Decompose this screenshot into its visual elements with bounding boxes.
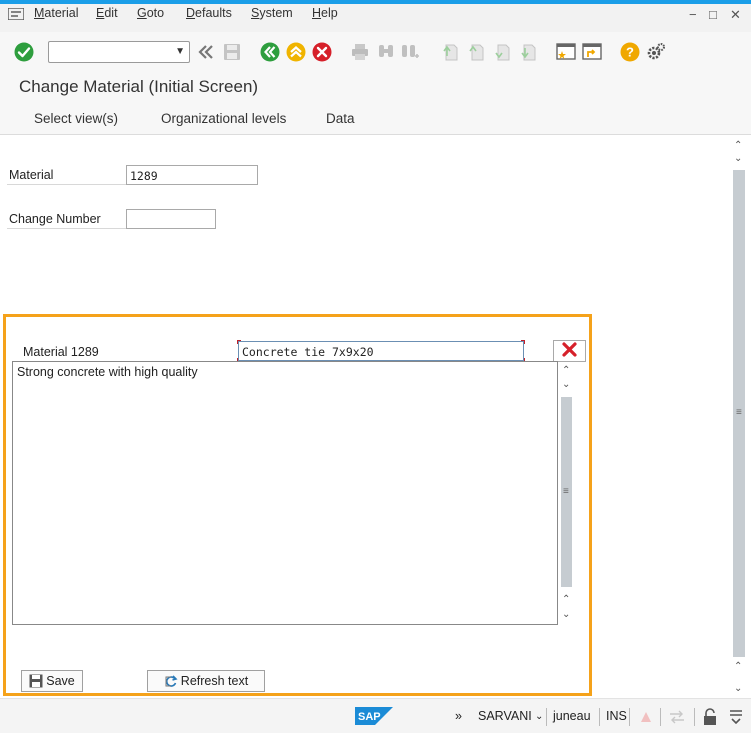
- enter-checkmark-icon[interactable]: [14, 42, 34, 62]
- save-icon: [29, 674, 43, 688]
- organizational-levels-button[interactable]: Organizational levels: [161, 111, 286, 126]
- exit-icon[interactable]: [286, 42, 306, 62]
- material-label-underline: [7, 184, 126, 185]
- menu-material[interactable]: Material: [34, 6, 78, 20]
- change-number-input[interactable]: [126, 209, 216, 229]
- change-number-label-underline: [7, 228, 126, 229]
- status-separator: [546, 708, 547, 726]
- menu-system-label: ystem: [259, 6, 293, 20]
- print-icon: [352, 44, 368, 60]
- refresh-label: Refresh text: [180, 674, 249, 688]
- refresh-text-button[interactable]: Refresh text: [147, 670, 265, 692]
- status-expand-chevrons[interactable]: »: [455, 709, 462, 723]
- cancel-icon[interactable]: [312, 42, 332, 62]
- status-separator: [660, 708, 661, 726]
- svg-text:SAP: SAP: [358, 711, 381, 723]
- sap-logo: SAP: [355, 707, 393, 725]
- previous-page-icon: [469, 44, 484, 61]
- save-icon: [224, 44, 240, 60]
- menu-goto[interactable]: Goto: [137, 6, 164, 20]
- save-label: Save: [46, 674, 75, 688]
- first-page-icon: [443, 44, 458, 61]
- generate-shortcut-icon[interactable]: [582, 42, 602, 62]
- create-session-icon[interactable]: [556, 42, 576, 62]
- selection-corner-tl: [237, 340, 241, 344]
- connection-arrows-icon: [670, 710, 684, 724]
- menu-goto-mnemonic: G: [137, 6, 147, 20]
- menu-defaults-mnemonic: D: [186, 6, 196, 20]
- menu-system[interactable]: System: [251, 6, 293, 20]
- menu-edit-label: dit: [104, 6, 118, 20]
- page-title: Change Material (Initial Screen): [19, 77, 259, 96]
- chevron-down-icon[interactable]: ▼: [175, 46, 185, 57]
- minimize-button[interactable]: −: [689, 8, 697, 22]
- description-input[interactable]: Concrete tie 7x9x20: [238, 341, 524, 361]
- text-scroll-down-bottom-icon[interactable]: ⌄: [562, 610, 570, 620]
- selection-corner-tr: [521, 340, 525, 344]
- close-window-button[interactable]: ✕: [730, 8, 741, 22]
- save-button[interactable]: Save: [21, 670, 83, 692]
- menu-defaults-label: efaults: [195, 6, 232, 20]
- refresh-icon: [165, 675, 178, 687]
- scroll-up-bottom-icon[interactable]: ⌃: [734, 662, 742, 672]
- popup-material-label: Material 1289: [23, 345, 99, 359]
- client-name: juneau: [553, 709, 591, 723]
- system-dropdown-chevron-icon[interactable]: ⌄: [535, 711, 543, 722]
- scroll-grip-icon: ≡: [736, 407, 742, 418]
- performance-icon: [641, 712, 651, 722]
- system-name[interactable]: SARVANI: [478, 709, 532, 723]
- material-input[interactable]: 1289: [126, 165, 258, 185]
- lock-icon[interactable]: [702, 708, 718, 726]
- text-scroll-down-icon[interactable]: ⌄: [562, 380, 570, 390]
- scroll-down-bottom-icon[interactable]: ⌄: [734, 684, 742, 694]
- menu-defaults[interactable]: Defaults: [186, 6, 232, 20]
- scroll-up-icon[interactable]: ⌃: [734, 141, 742, 151]
- long-text-content: Strong concrete with high quality: [17, 365, 198, 379]
- svg-text:?: ?: [626, 45, 634, 60]
- text-scroll-up-bottom-icon[interactable]: ⌃: [562, 595, 570, 605]
- double-chevron-left-icon[interactable]: [196, 42, 216, 62]
- next-page-icon: [495, 44, 510, 61]
- menu-help-mnemonic: H: [312, 6, 322, 20]
- material-label: Material: [9, 168, 54, 182]
- text-scroll-up-icon[interactable]: ⌃: [562, 366, 570, 376]
- settings-gear-icon[interactable]: [646, 42, 666, 62]
- long-text-area[interactable]: [12, 361, 558, 625]
- change-number-label: Change Number: [9, 212, 101, 226]
- menu-goto-label: oto: [146, 6, 165, 20]
- last-page-icon: [521, 44, 536, 61]
- menu-icon[interactable]: [8, 8, 24, 20]
- input-mode[interactable]: INS: [606, 709, 627, 723]
- find-icon: [379, 45, 393, 57]
- close-icon: [562, 342, 577, 357]
- status-separator: [599, 708, 600, 726]
- select-views-button[interactable]: Select view(s): [34, 111, 118, 126]
- text-scroll-grip-icon: ≡: [563, 486, 569, 497]
- menu-material-mnemonic: M: [34, 6, 45, 20]
- more-options-icon[interactable]: [728, 710, 744, 724]
- menu-material-label: aterial: [44, 6, 79, 20]
- status-separator: [694, 708, 695, 726]
- menu-edit[interactable]: Edit: [96, 6, 118, 20]
- data-button[interactable]: Data: [326, 111, 355, 126]
- delete-text-button[interactable]: [553, 340, 586, 362]
- menu-help-label: elp: [321, 6, 338, 20]
- status-separator: [629, 708, 630, 726]
- scroll-down-icon[interactable]: ⌄: [734, 154, 742, 164]
- menu-help[interactable]: Help: [312, 6, 338, 20]
- find-next-icon: [402, 45, 419, 58]
- help-icon[interactable]: ?: [620, 42, 640, 62]
- back-icon[interactable]: [260, 42, 280, 62]
- command-field[interactable]: ▼: [48, 41, 190, 63]
- maximize-button[interactable]: □: [709, 8, 717, 22]
